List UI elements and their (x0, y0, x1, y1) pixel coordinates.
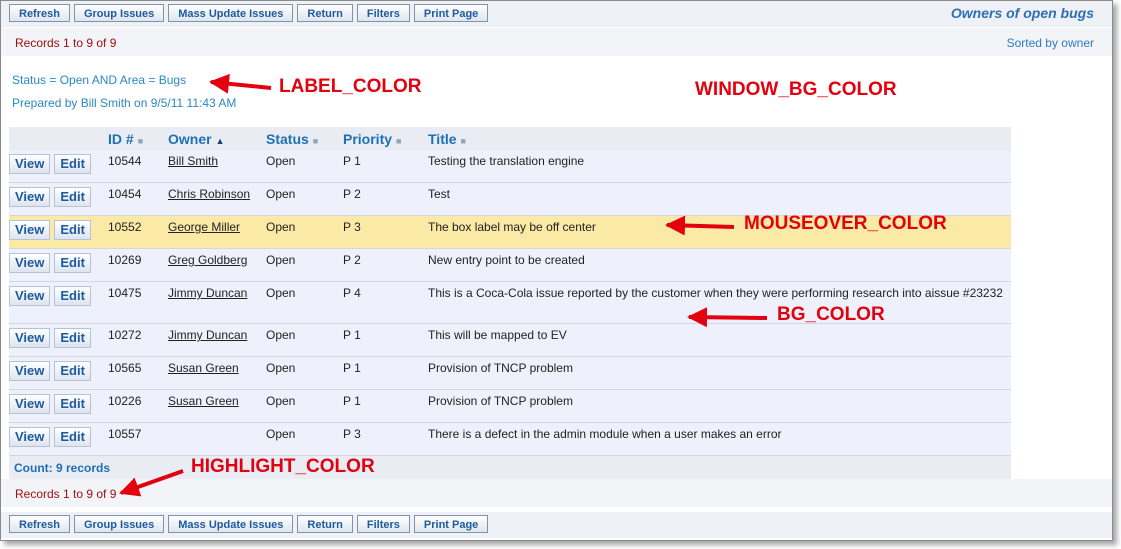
callout-window-bg-color: WINDOW_BG_COLOR (695, 79, 897, 100)
callout-mouseover-color: MOUSEOVER_COLOR (744, 213, 947, 234)
report-window: Refresh Group Issues Mass Update Issues … (0, 0, 1113, 541)
callout-label-color: LABEL_COLOR (279, 76, 422, 97)
callout-bg-color: BG_COLOR (777, 304, 885, 325)
arrow-highlight-color (119, 469, 184, 497)
arrow-bg-color (687, 307, 768, 328)
annotation-arrows (119, 73, 768, 497)
arrow-mouseover-color (665, 215, 735, 236)
arrow-label-color (209, 73, 272, 94)
callout-highlight-color: HIGHLIGHT_COLOR (191, 456, 375, 477)
